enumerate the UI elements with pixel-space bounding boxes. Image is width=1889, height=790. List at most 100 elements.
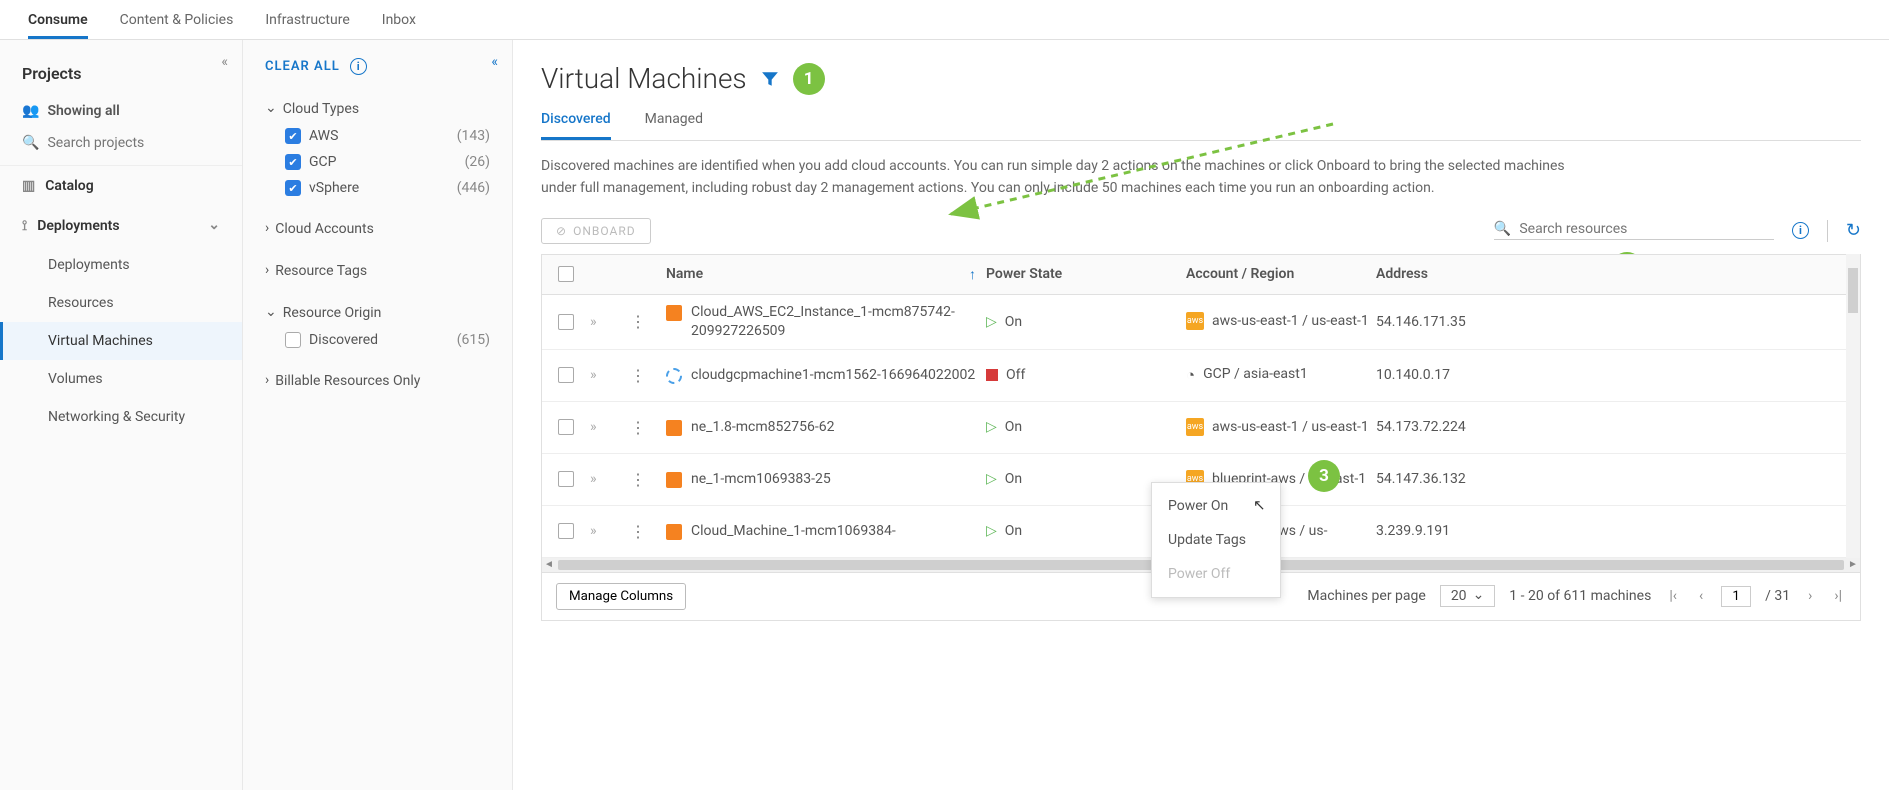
subnav-resources[interactable]: Resources bbox=[0, 284, 242, 322]
filter-cloud-accounts[interactable]: ›Cloud Accounts bbox=[265, 215, 490, 243]
filter-discovered[interactable]: Discovered(615) bbox=[265, 327, 490, 353]
row-address: 3.239.9.191 bbox=[1376, 523, 1860, 539]
power-on-icon: ▷ bbox=[986, 314, 997, 330]
ctx-update-tags[interactable]: Update Tags bbox=[1152, 523, 1280, 557]
search-projects-input[interactable] bbox=[47, 135, 220, 151]
manage-columns-button[interactable]: Manage Columns bbox=[556, 583, 686, 610]
col-header-address[interactable]: Address bbox=[1376, 266, 1860, 282]
select-all-checkbox[interactable] bbox=[558, 266, 574, 282]
info-icon[interactable]: i bbox=[350, 58, 367, 75]
row-menu-button[interactable]: ⋮ bbox=[630, 312, 646, 331]
onboard-button[interactable]: ⊘ONBOARD bbox=[541, 218, 651, 244]
filter-resource-tags[interactable]: › Resource Tags bbox=[265, 257, 490, 285]
chevron-down-icon: ⌄ bbox=[208, 217, 220, 233]
page-first-button[interactable]: |‹ bbox=[1665, 588, 1681, 604]
row-menu-button[interactable]: ⋮ bbox=[630, 522, 646, 541]
subtab-discovered[interactable]: Discovered bbox=[541, 103, 611, 140]
nav-catalog-label: Catalog bbox=[45, 178, 93, 194]
row-name: Cloud_Machine_1-mcm1069384- bbox=[691, 522, 896, 541]
filter-cloud-types-label: Cloud Types bbox=[283, 101, 359, 117]
filter-cloud-types[interactable]: ⌄ Cloud Types bbox=[265, 95, 490, 123]
expand-icon[interactable]: » bbox=[590, 367, 597, 383]
showing-all-label: Showing all bbox=[47, 103, 119, 119]
collapse-sidebar-icon[interactable]: « bbox=[221, 54, 228, 70]
filter-icon[interactable] bbox=[761, 70, 779, 88]
filter-gcp-label: GCP bbox=[309, 154, 336, 170]
tab-infrastructure[interactable]: Infrastructure bbox=[265, 8, 349, 39]
expand-icon[interactable]: » bbox=[590, 419, 597, 435]
scroll-right-icon: ► bbox=[1846, 558, 1860, 572]
row-checkbox[interactable] bbox=[558, 367, 574, 383]
col-header-account[interactable]: Account / Region bbox=[1186, 266, 1376, 282]
chevron-right-icon: › bbox=[265, 372, 269, 388]
page-next-button[interactable]: › bbox=[1804, 588, 1816, 604]
row-account: aws-us-east-1 / us-east-1 bbox=[1212, 312, 1369, 331]
row-name: ne_1-mcm1069383-25 bbox=[691, 470, 831, 489]
col-header-power[interactable]: Power State bbox=[986, 266, 1186, 282]
info-icon[interactable]: i bbox=[1792, 222, 1809, 239]
row-power: On bbox=[1005, 471, 1022, 487]
row-checkbox[interactable] bbox=[558, 314, 574, 330]
filter-vsphere[interactable]: ✔vSphere(446) bbox=[265, 175, 490, 201]
sort-asc-icon: ↑ bbox=[969, 266, 976, 283]
aws-icon bbox=[666, 305, 682, 321]
nav-deployments[interactable]: ⟟Deployments⌄ bbox=[0, 206, 242, 246]
aws-icon bbox=[666, 472, 682, 488]
subnav-networking-security[interactable]: Networking & Security bbox=[0, 398, 242, 436]
row-menu-button[interactable]: ⋮ bbox=[630, 418, 646, 437]
subnav-virtual-machines[interactable]: Virtual Machines bbox=[0, 322, 242, 360]
page-prev-button[interactable]: ‹ bbox=[1695, 588, 1707, 604]
filter-resource-origin-label: Resource Origin bbox=[283, 305, 382, 321]
row-checkbox[interactable] bbox=[558, 419, 574, 435]
page-input[interactable] bbox=[1721, 586, 1751, 607]
filter-billable-label: Billable Resources Only bbox=[275, 373, 420, 389]
power-off-icon bbox=[986, 369, 998, 381]
top-tabs: Consume Content & Policies Infrastructur… bbox=[0, 0, 1889, 40]
filter-aws-label: AWS bbox=[309, 128, 338, 144]
expand-icon[interactable]: » bbox=[590, 523, 597, 539]
table-row: »⋮cloudgcpmachine1-mcm1562-166964022002O… bbox=[542, 350, 1860, 402]
per-page-select[interactable]: 20 ⌄ bbox=[1440, 585, 1495, 607]
filter-billable[interactable]: › Billable Resources Only bbox=[265, 367, 490, 395]
row-account: GCP / asia-east1 bbox=[1203, 365, 1308, 384]
expand-icon[interactable]: » bbox=[590, 314, 597, 330]
left-sidebar: « Projects 👥Showing all 🔍 ▥Catalog ⟟Depl… bbox=[0, 40, 243, 790]
row-menu-button[interactable]: ⋮ bbox=[630, 366, 646, 385]
chevron-right-icon: › bbox=[265, 262, 269, 278]
tab-inbox[interactable]: Inbox bbox=[382, 8, 416, 39]
aws-icon bbox=[666, 524, 682, 540]
expand-icon[interactable]: » bbox=[590, 471, 597, 487]
page-last-button[interactable]: ›| bbox=[1830, 588, 1846, 604]
per-page-value: 20 bbox=[1451, 588, 1467, 604]
aws-icon bbox=[666, 420, 682, 436]
cursor-icon: ↖ bbox=[1253, 496, 1266, 514]
chevron-down-icon: ⌄ bbox=[265, 100, 277, 116]
nav-catalog[interactable]: ▥Catalog bbox=[0, 166, 242, 206]
filter-resource-tags-label: Resource Tags bbox=[275, 263, 367, 279]
filter-aws[interactable]: ✔AWS(143) bbox=[265, 123, 490, 149]
filter-resource-origin[interactable]: ⌄ Resource Origin bbox=[265, 299, 490, 327]
row-checkbox[interactable] bbox=[558, 523, 574, 539]
chevron-down-icon: ⌄ bbox=[1473, 587, 1485, 603]
deployments-icon: ⟟ bbox=[22, 218, 27, 234]
row-checkbox[interactable] bbox=[558, 471, 574, 487]
chevron-down-icon: ⌄ bbox=[265, 304, 277, 320]
subtab-managed[interactable]: Managed bbox=[645, 103, 703, 140]
aws-badge-icon: aws bbox=[1186, 418, 1204, 436]
scrollbar-vertical[interactable] bbox=[1846, 254, 1860, 558]
subnav-volumes[interactable]: Volumes bbox=[0, 360, 242, 398]
search-resources-input[interactable] bbox=[1519, 221, 1774, 237]
tab-consume[interactable]: Consume bbox=[28, 8, 88, 39]
col-header-name[interactable]: Name bbox=[666, 266, 703, 282]
tab-content-policies[interactable]: Content & Policies bbox=[120, 8, 234, 39]
clear-all-button[interactable]: CLEAR ALL bbox=[265, 59, 340, 74]
refresh-icon[interactable]: ↻ bbox=[1846, 220, 1861, 241]
filter-gcp[interactable]: ✔GCP(26) bbox=[265, 149, 490, 175]
row-address: 54.147.36.132 bbox=[1376, 471, 1860, 487]
subnav-deployments[interactable]: Deployments bbox=[0, 246, 242, 284]
page-title: Virtual Machines bbox=[541, 62, 747, 95]
ctx-power-off[interactable]: Power Off bbox=[1152, 557, 1280, 591]
power-on-icon: ▷ bbox=[986, 523, 997, 539]
row-menu-button[interactable]: ⋮ bbox=[630, 470, 646, 489]
collapse-filters-icon[interactable]: « bbox=[491, 54, 498, 70]
